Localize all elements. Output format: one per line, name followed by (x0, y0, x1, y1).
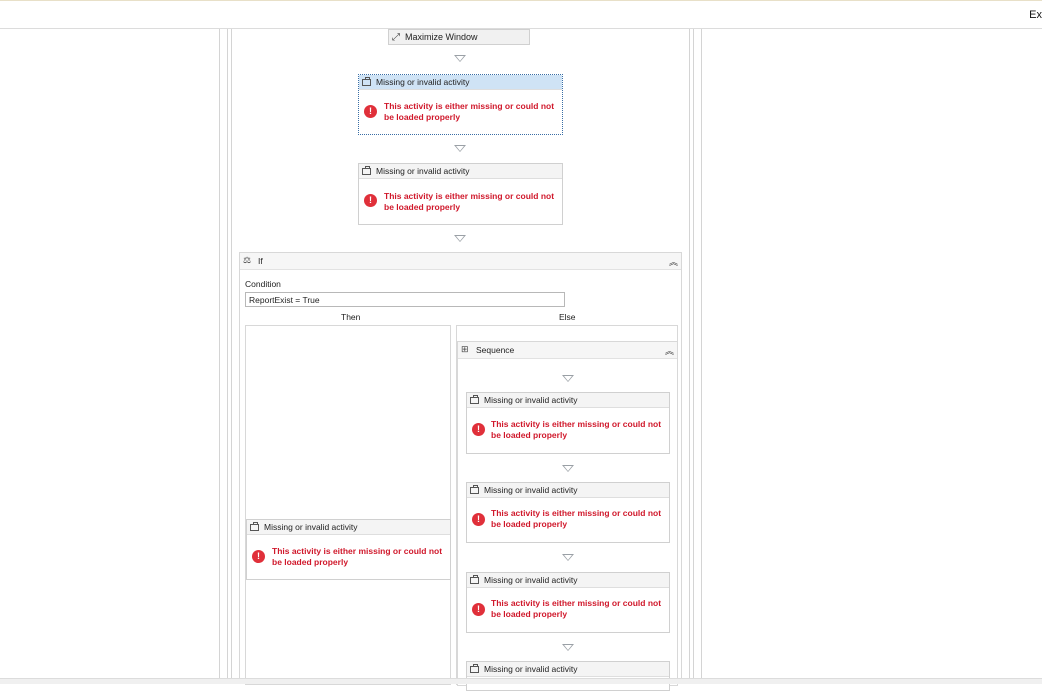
drop-arrow[interactable] (562, 375, 574, 382)
error-icon: ! (472, 513, 485, 526)
missing-activity-1[interactable]: Missing or invalid activity ! This activ… (358, 74, 563, 135)
canvas-border-right-inner (693, 29, 694, 678)
then-label: Then (341, 312, 361, 322)
error-icon: ! (472, 603, 485, 616)
condition-input[interactable]: ReportExist = True (245, 292, 565, 307)
activity-icon (362, 76, 371, 86)
else-pane[interactable]: ⊞ Sequence ︽ Missing or invalid activity… (456, 325, 678, 691)
activity-header: Missing or invalid activity (359, 164, 562, 179)
activity-header: Missing or invalid activity (247, 520, 450, 535)
if-icon: ⚖ (243, 255, 252, 265)
activity-icon (470, 574, 479, 584)
drop-arrow[interactable] (454, 55, 466, 62)
activity-title: Missing or invalid activity (376, 166, 470, 176)
canvas-border-left-inner (227, 29, 228, 678)
activity-title: Missing or invalid activity (484, 664, 578, 674)
designer-toolbar: Ex (0, 0, 1042, 29)
error-message: This activity is either missing or could… (491, 598, 662, 619)
drop-arrow[interactable] (562, 554, 574, 561)
activity-header: Missing or invalid activity (467, 393, 669, 408)
activity-title: Missing or invalid activity (484, 575, 578, 585)
activity-icon (362, 165, 371, 175)
if-activity[interactable]: ⚖ If ︽ Condition ReportExist = True Then… (239, 252, 682, 691)
drop-arrow[interactable] (562, 465, 574, 472)
missing-activity-2[interactable]: Missing or invalid activity ! This activ… (358, 163, 563, 225)
activity-title: Missing or invalid activity (484, 485, 578, 495)
sequence-activity[interactable]: ⊞ Sequence ︽ Missing or invalid activity… (457, 341, 678, 691)
missing-activity-seq-2[interactable]: Missing or invalid activity ! This activ… (466, 482, 670, 543)
drop-arrow[interactable] (562, 644, 574, 651)
activity-title: Missing or invalid activity (484, 395, 578, 405)
error-message: This activity is either missing or could… (272, 546, 443, 567)
activity-title: Missing or invalid activity (264, 522, 358, 532)
missing-activity-seq-1[interactable]: Missing or invalid activity ! This activ… (466, 392, 670, 454)
maximize-window-activity[interactable]: ⤢ Maximize Window (388, 29, 530, 45)
maximize-icon: ⤢ (392, 31, 400, 43)
error-message: This activity is either missing or could… (491, 419, 662, 440)
missing-activity-seq-3[interactable]: Missing or invalid activity ! This activ… (466, 572, 670, 633)
activity-title: Missing or invalid activity (376, 77, 470, 87)
status-bar (0, 678, 1042, 684)
activity-icon (470, 663, 479, 673)
sequence-title: Sequence (476, 345, 515, 355)
missing-activity-then[interactable]: Missing or invalid activity ! This activ… (246, 519, 451, 580)
toolbar-right-label[interactable]: Ex (1029, 9, 1042, 21)
maximize-window-label: Maximize Window (405, 32, 478, 42)
missing-activity-seq-4[interactable]: Missing or invalid activity (466, 661, 670, 691)
condition-label: Condition (245, 279, 281, 289)
activity-icon (470, 484, 479, 494)
activity-header: Missing or invalid activity (467, 573, 669, 588)
error-icon: ! (364, 194, 377, 207)
sequence-icon: ⊞ (461, 344, 469, 354)
activity-header: Missing or invalid activity (467, 662, 669, 677)
sequence-border-right (689, 29, 690, 678)
sequence-border-left (231, 29, 232, 678)
if-title: If (258, 256, 263, 266)
canvas-border-left (219, 29, 220, 678)
activity-header: Missing or invalid activity (359, 75, 562, 90)
activity-icon (250, 521, 259, 531)
if-header: ⚖ If ︽ (240, 253, 681, 270)
error-icon: ! (252, 550, 265, 563)
error-message: This activity is either missing or could… (384, 191, 555, 212)
error-message: This activity is either missing or could… (491, 508, 662, 529)
sequence-header: ⊞ Sequence ︽ (458, 342, 677, 359)
collapse-icon[interactable]: ︽ (665, 344, 674, 357)
collapse-icon[interactable]: ︽ (669, 255, 678, 268)
error-icon: ! (472, 423, 485, 436)
error-icon: ! (364, 105, 377, 118)
activity-icon (470, 394, 479, 404)
error-message: This activity is either missing or could… (384, 101, 555, 122)
drop-arrow[interactable] (454, 235, 466, 242)
then-pane[interactable]: Missing or invalid activity ! This activ… (245, 325, 451, 685)
canvas-border-right (701, 29, 702, 678)
drop-arrow[interactable] (454, 145, 466, 152)
activity-header: Missing or invalid activity (467, 483, 669, 498)
else-label: Else (559, 312, 576, 322)
